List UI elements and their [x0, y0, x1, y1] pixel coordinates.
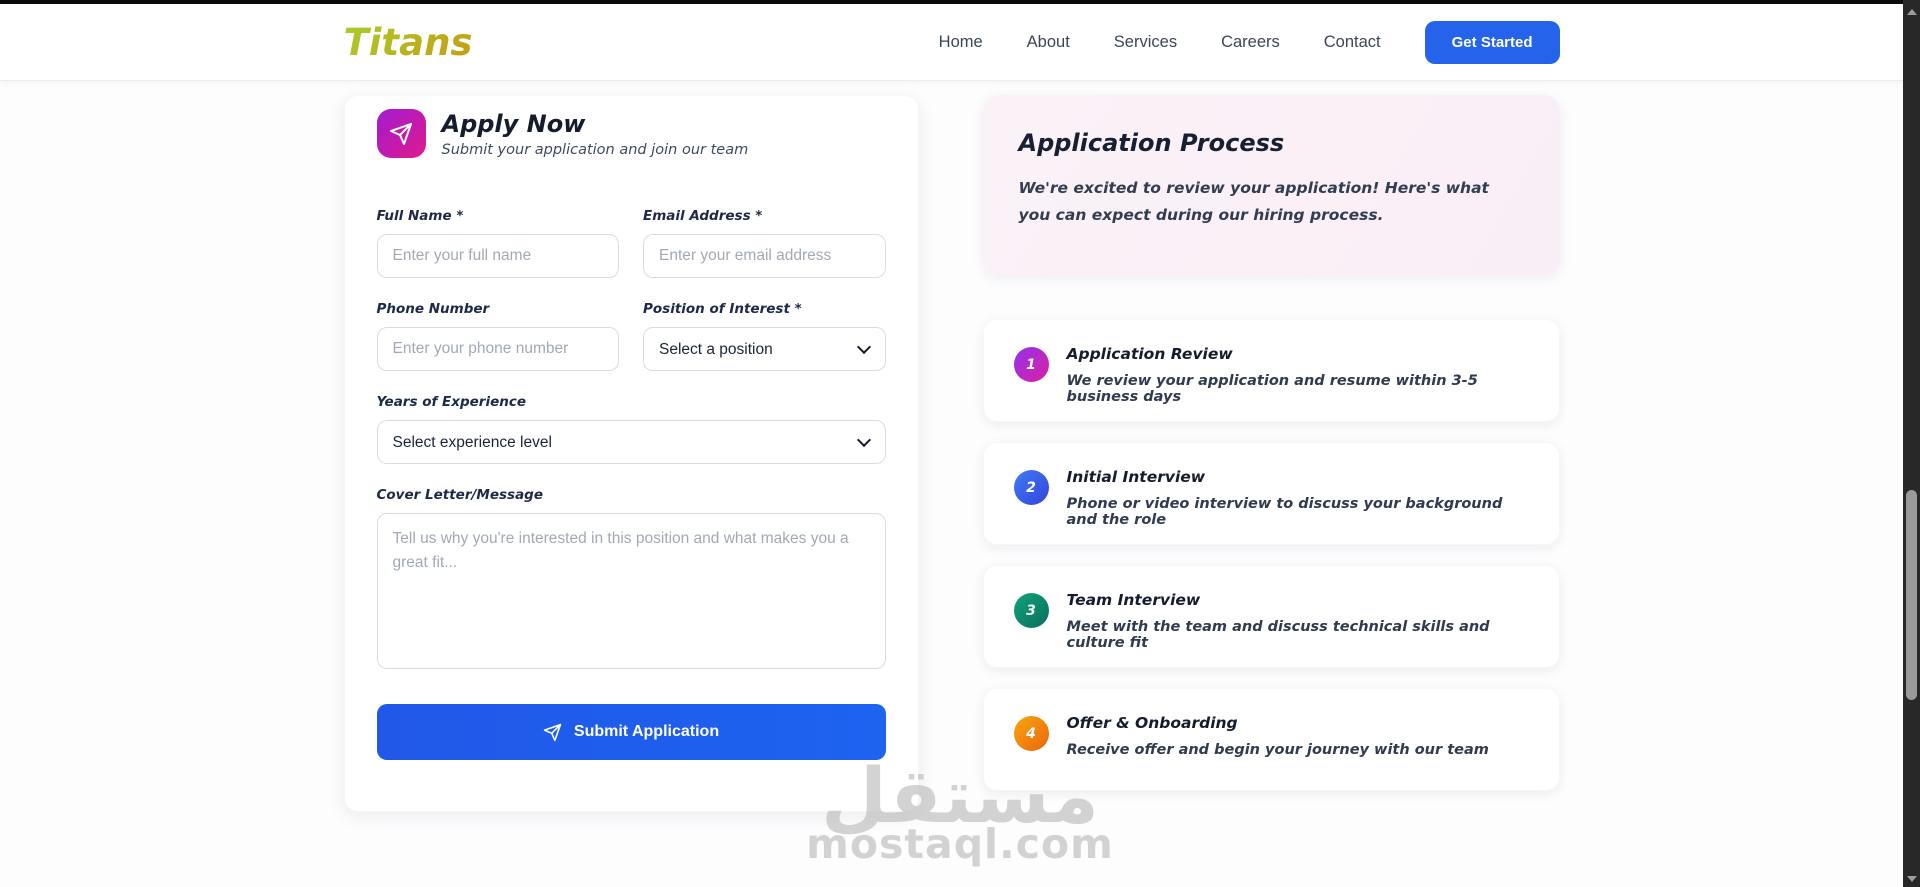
- site-header: Titans Home About Services Careers Conta…: [0, 4, 1903, 81]
- phone-label: Phone Number: [376, 301, 490, 317]
- nav-item-home[interactable]: Home: [939, 33, 983, 52]
- email-field[interactable]: [643, 234, 886, 278]
- step-badge-1: 1: [1013, 347, 1049, 382]
- position-select[interactable]: Select a position: [643, 327, 886, 371]
- submit-application-button[interactable]: Submit Application: [376, 704, 886, 760]
- scroll-up-icon: [1906, 9, 1917, 15]
- step-title: Offer & Onboarding: [1066, 714, 1238, 732]
- step-description: We review your application and resume wi…: [1066, 373, 1478, 405]
- nav-item-about[interactable]: About: [1027, 33, 1070, 52]
- form-subtitle: Submit your application and join our tea…: [441, 142, 749, 158]
- step-description: Meet with the team and discuss technical…: [1066, 619, 1490, 651]
- nav-item-careers[interactable]: Careers: [1221, 33, 1280, 52]
- scroll-down-icon: [1906, 876, 1917, 882]
- process-intro: We're excited to review your application…: [1018, 179, 1489, 225]
- scrollbar-up-button[interactable]: [1903, 4, 1920, 20]
- nav-item-services[interactable]: Services: [1114, 33, 1177, 52]
- position-label: Position of Interest *: [643, 301, 802, 317]
- cover-letter-field[interactable]: [376, 513, 886, 669]
- send-icon: [376, 109, 426, 158]
- process-column: Application Process We're excited to rev…: [982, 95, 1560, 812]
- process-step-4: 4 Offer & Onboarding Receive offer and b…: [982, 688, 1560, 791]
- step-badge-3: 3: [1013, 593, 1049, 628]
- page-viewport: Titans Home About Services Careers Conta…: [0, 4, 1903, 868]
- scrollbar[interactable]: [1903, 0, 1920, 887]
- logo[interactable]: Titans: [344, 21, 473, 64]
- send-icon: [543, 723, 562, 742]
- step-title: Application Review: [1066, 345, 1233, 363]
- process-title: Application Process: [1018, 129, 1285, 157]
- experience-select-wrap: Select experience level: [376, 420, 886, 464]
- apply-form-card: Apply Now Submit your application and jo…: [343, 95, 919, 812]
- form-title: Apply Now: [441, 110, 586, 138]
- step-description: Phone or video interview to discuss your…: [1066, 496, 1503, 528]
- phone-field[interactable]: [376, 327, 619, 371]
- main-nav: Home About Services Careers Contact Get …: [939, 20, 1560, 64]
- full-name-label: Full Name *: [376, 208, 464, 224]
- experience-label: Years of Experience: [376, 394, 527, 410]
- email-label: Email Address *: [643, 208, 763, 224]
- scrollbar-thumb[interactable]: [1906, 490, 1917, 700]
- step-description: Receive offer and begin your journey wit…: [1066, 742, 1489, 758]
- process-step-2: 2 Initial Interview Phone or video inter…: [982, 442, 1560, 545]
- get-started-button[interactable]: Get Started: [1424, 20, 1560, 64]
- watermark-latin-text: mostaql.com: [806, 820, 1114, 869]
- position-select-wrap: Select a position: [643, 327, 886, 371]
- cover-letter-label: Cover Letter/Message: [376, 487, 544, 503]
- process-step-3: 3 Team Interview Meet with the team and …: [982, 565, 1560, 668]
- step-title: Initial Interview: [1066, 468, 1206, 486]
- full-name-field[interactable]: [376, 234, 619, 278]
- browser-top-strip: [0, 0, 1920, 4]
- process-step-1: 1 Application Review We review your appl…: [982, 319, 1560, 422]
- submit-label: Submit Application: [573, 723, 720, 740]
- application-process-card: Application Process We're excited to rev…: [982, 95, 1560, 275]
- step-badge-4: 4: [1013, 716, 1049, 751]
- step-title: Team Interview: [1066, 591, 1201, 609]
- scrollbar-down-button[interactable]: [1903, 871, 1920, 887]
- step-badge-2: 2: [1013, 470, 1049, 505]
- experience-select[interactable]: Select experience level: [376, 420, 886, 464]
- nav-item-contact[interactable]: Contact: [1324, 33, 1381, 52]
